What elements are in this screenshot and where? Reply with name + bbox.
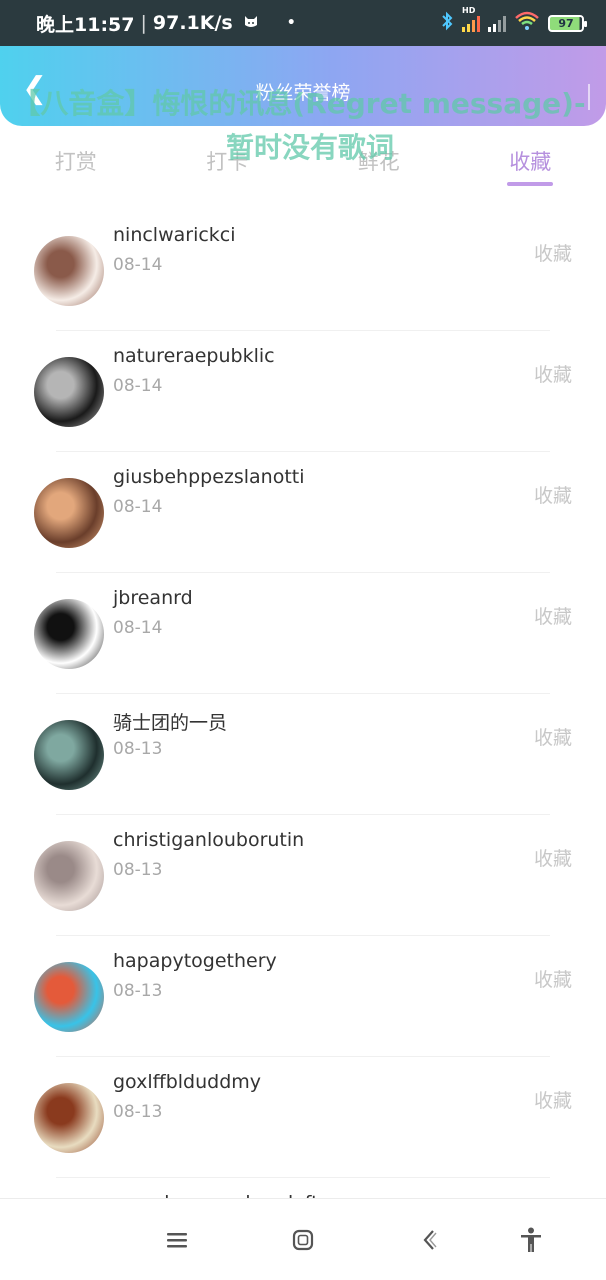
date-label: 08-14 — [113, 376, 163, 396]
list-item[interactable]: goxlffblduddmy 08-13 收藏 — [0, 1057, 606, 1178]
tab-flowers[interactable]: 鲜花 — [303, 126, 455, 210]
wifi-icon — [514, 11, 540, 36]
user-name: 骑士团的一员 — [113, 712, 228, 734]
page-title: 粉丝荣誉榜 — [255, 82, 351, 104]
avatar[interactable] — [34, 1083, 104, 1153]
action-type-label: 收藏 — [533, 727, 572, 749]
cat-icon — [243, 12, 259, 34]
date-label: 08-14 — [113, 618, 163, 638]
fan-list: ninclwarickci 08-14 收藏 natureraepubklic … — [0, 210, 606, 1280]
tab-bar: 打赏 打卡 鲜花 收藏 — [0, 126, 606, 210]
date-label: 08-14 — [113, 255, 163, 275]
tab-checkin[interactable]: 打卡 — [152, 126, 304, 210]
avatar[interactable] — [34, 962, 104, 1032]
action-type-label: 收藏 — [533, 848, 572, 870]
status-bar: 晚上11:57 | 97.1K/s • HD 97 — [0, 0, 606, 46]
date-label: 08-13 — [113, 1102, 163, 1122]
avatar[interactable] — [34, 720, 104, 790]
list-item[interactable]: ninclwarickci 08-14 收藏 — [0, 210, 606, 331]
clock: 晚上11:57 — [36, 13, 135, 36]
date-label: 08-13 — [113, 981, 163, 1001]
user-name: christiganlouborutin — [113, 829, 305, 851]
action-type-label: 收藏 — [533, 606, 572, 628]
signal-icon: HD — [462, 6, 480, 32]
battery-icon: 97 — [548, 14, 587, 32]
system-nav-bar — [0, 1198, 606, 1280]
date-label: 08-13 — [113, 860, 163, 880]
signal-icon-2 — [488, 14, 506, 32]
avatar[interactable] — [34, 478, 104, 548]
list-item[interactable]: natureraepubklic 08-14 收藏 — [0, 331, 606, 452]
status-separator: | — [140, 12, 147, 34]
accessibility-icon[interactable] — [518, 1227, 544, 1253]
back-icon[interactable] — [417, 1227, 443, 1253]
bluetooth-icon — [440, 11, 454, 36]
network-speed: 97.1K/s — [152, 12, 233, 34]
action-type-label: 收藏 — [533, 1090, 572, 1112]
header-divider — [588, 84, 590, 110]
notification-dot: • — [286, 15, 296, 31]
user-name: jbreanrd — [113, 587, 193, 609]
avatar[interactable] — [34, 599, 104, 669]
action-type-label: 收藏 — [533, 485, 572, 507]
action-type-label: 收藏 — [533, 969, 572, 991]
user-name: ninclwarickci — [113, 224, 236, 246]
tab-tips[interactable]: 打赏 — [0, 126, 152, 210]
active-tab-indicator — [507, 182, 554, 186]
header-bar: ❮ 粉丝荣誉榜 — [0, 46, 606, 126]
avatar[interactable] — [34, 841, 104, 911]
home-icon[interactable] — [290, 1227, 316, 1253]
avatar[interactable] — [34, 236, 104, 306]
status-left: 晚上11:57 | 97.1K/s • — [36, 10, 296, 37]
list-item[interactable]: hapapytogethery 08-13 收藏 — [0, 936, 606, 1057]
status-right: HD 97 — [440, 6, 587, 36]
list-item[interactable]: giusbehppezslanotti 08-14 收藏 — [0, 452, 606, 573]
user-name: natureraepubklic — [113, 345, 275, 367]
action-type-label: 收藏 — [533, 243, 572, 265]
date-label: 08-14 — [113, 497, 163, 517]
list-item[interactable]: 骑士团的一员 08-13 收藏 — [0, 694, 606, 815]
user-name: hapapytogethery — [113, 950, 277, 972]
list-item[interactable]: christiganlouborutin 08-13 收藏 — [0, 815, 606, 936]
action-type-label: 收藏 — [533, 364, 572, 386]
user-name: giusbehppezslanotti — [113, 466, 305, 488]
tab-favorites[interactable]: 收藏 — [455, 126, 606, 210]
list-item[interactable]: jbreanrd 08-14 收藏 — [0, 573, 606, 694]
date-label: 08-13 — [113, 739, 163, 759]
menu-icon[interactable] — [164, 1227, 190, 1253]
avatar[interactable] — [34, 357, 104, 427]
user-name: goxlffblduddmy — [113, 1071, 262, 1093]
